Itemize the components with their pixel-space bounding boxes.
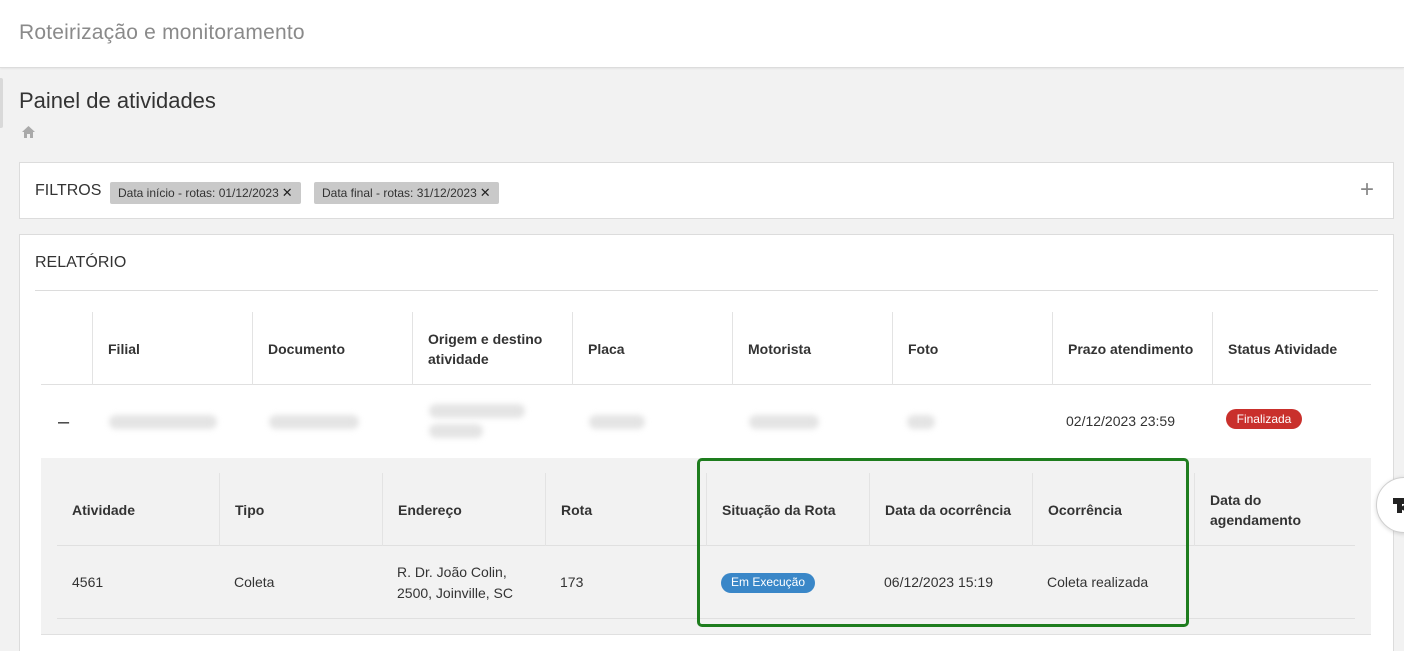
- redacted-origem: [429, 404, 525, 418]
- column-header-data-agendamento[interactable]: Data do agendamento: [1194, 473, 1355, 546]
- cell-tipo: Coleta: [234, 574, 275, 590]
- detail-table-header: Atividade Tipo Endereço Rota Situação da…: [57, 473, 1355, 546]
- remove-filter-icon[interactable]: ✕: [480, 185, 491, 201]
- remove-filter-icon[interactable]: ✕: [282, 185, 293, 201]
- column-header-situacao-rota[interactable]: Situação da Rota: [706, 473, 869, 546]
- cell-rota: 173: [560, 574, 584, 590]
- column-header-documento[interactable]: Documento: [252, 312, 412, 385]
- filters-panel: FILTROS Data início - rotas: 01/12/2023 …: [19, 162, 1394, 219]
- column-header-filial[interactable]: Filial: [92, 312, 252, 385]
- filter-chip-end-date: Data final - rotas: 31/12/2023 ✕: [314, 182, 499, 204]
- cell-atividade: 4561: [72, 574, 104, 590]
- redacted-filial: [109, 415, 217, 429]
- detail-table: Atividade Tipo Endereço Rota Situação da…: [41, 458, 1371, 635]
- column-header-prazo[interactable]: Prazo atendimento: [1052, 312, 1212, 385]
- column-header-status[interactable]: Status Atividade: [1212, 312, 1371, 385]
- redacted-placa: [589, 415, 645, 429]
- redacted-documento: [269, 415, 359, 429]
- column-header-atividade[interactable]: Atividade: [57, 473, 219, 546]
- expand-filters-icon[interactable]: +: [1356, 177, 1378, 203]
- home-icon[interactable]: [21, 125, 36, 139]
- column-header-motorista[interactable]: Motorista: [732, 312, 892, 385]
- column-header-data-ocorrencia[interactable]: Data da ocorrência: [869, 473, 1032, 546]
- column-header-placa[interactable]: Placa: [572, 312, 732, 385]
- filter-chip-start-date: Data início - rotas: 01/12/2023 ✕: [110, 182, 301, 204]
- cell-data-agendamento: [1194, 546, 1355, 619]
- prazo-atendimento: 02/12/2023 23:59: [1066, 413, 1175, 429]
- app-header: Roteirização e monitoramento: [0, 0, 1404, 68]
- table-row[interactable]: – 02/12/2023 23:59 Finalizada: [41, 385, 1371, 458]
- status-badge: Finalizada: [1226, 409, 1302, 429]
- route-status-badge: Em Execução: [721, 572, 816, 593]
- app-title: Roteirização e monitoramento: [19, 21, 305, 44]
- cell-endereco: R. Dr. João Colin, 2500, Joinville, SC: [397, 563, 513, 601]
- column-header-rota[interactable]: Rota: [545, 473, 706, 546]
- report-label: RELATÓRIO: [35, 254, 127, 271]
- redacted-destino: [429, 424, 483, 438]
- table-header: Filial Documento Origem e destino ativid…: [41, 312, 1371, 385]
- column-header-tipo[interactable]: Tipo: [219, 473, 382, 546]
- divider: [35, 290, 1378, 291]
- column-header-foto[interactable]: Foto: [892, 312, 1052, 385]
- sidebar-toggle-tab[interactable]: [0, 78, 3, 128]
- filter-chip-label: Data início - rotas: 01/12/2023: [118, 186, 279, 200]
- page-title: Painel de atividades: [19, 88, 216, 113]
- report-panel: RELATÓRIO Filial Documento Origem e dest…: [19, 234, 1394, 651]
- filters-label: FILTROS: [35, 182, 102, 199]
- column-header-ocorrencia[interactable]: Ocorrência: [1032, 473, 1194, 546]
- column-header-endereco[interactable]: Endereço: [382, 473, 545, 546]
- collapse-row-icon[interactable]: –: [58, 411, 69, 434]
- column-header-origem-destino[interactable]: Origem e destino atividade: [412, 312, 572, 385]
- cell-situacao-rota: Em Execução: [706, 546, 869, 619]
- redacted-foto: [907, 415, 935, 429]
- detail-table-row[interactable]: 4561 Coleta R. Dr. João Colin, 2500, Joi…: [57, 546, 1355, 619]
- filter-chip-label: Data final - rotas: 31/12/2023: [322, 186, 477, 200]
- redacted-motorista: [749, 415, 819, 429]
- cell-data-ocorrencia: 06/12/2023 15:19: [884, 574, 993, 590]
- cell-ocorrencia: Coleta realizada: [1047, 574, 1149, 590]
